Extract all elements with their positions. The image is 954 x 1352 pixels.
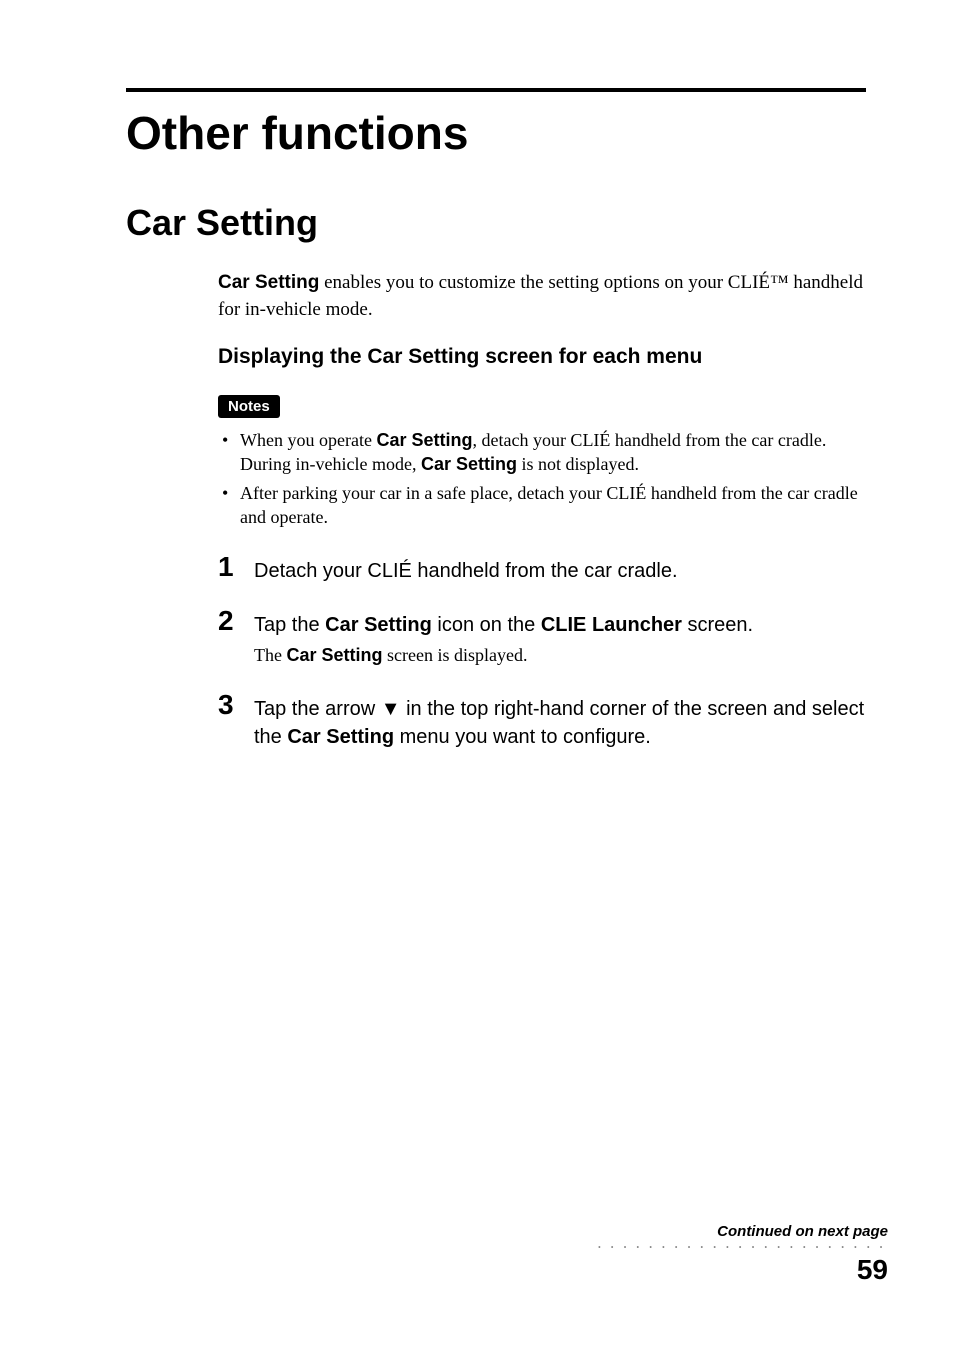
continued-label: Continued on next page xyxy=(598,1223,888,1240)
step-number: 2 xyxy=(218,605,234,637)
step-main-text: Tap the Car Setting icon on the CLIE Lau… xyxy=(254,611,866,639)
step-sub-bold: Car Setting xyxy=(286,645,382,665)
step-main-text: Detach your CLIÉ handheld from the car c… xyxy=(254,557,866,585)
notes-list: When you operate Car Setting, detach you… xyxy=(218,428,866,529)
content-block: Car Setting enables you to customize the… xyxy=(218,270,866,751)
page-number: 59 xyxy=(598,1254,888,1286)
note-text: After parking your car in a safe place, … xyxy=(240,483,858,527)
step-number: 1 xyxy=(218,551,234,583)
subheading: Displaying the Car Setting screen for ea… xyxy=(218,345,866,369)
step-text: icon on the xyxy=(432,614,541,636)
step-item: 1 Detach your CLIÉ handheld from the car… xyxy=(218,557,866,585)
note-item: When you operate Car Setting, detach you… xyxy=(218,428,866,477)
note-item: After parking your car in a safe place, … xyxy=(218,481,866,530)
title-rule xyxy=(126,88,866,92)
step-bold: Car Setting xyxy=(287,726,394,748)
step-text: screen. xyxy=(682,614,753,636)
page-footer: Continued on next page • • • • • • • • •… xyxy=(598,1223,888,1286)
step-text: Tap the xyxy=(254,614,325,636)
step-main-text: Tap the arrow ▼ in the top right-hand co… xyxy=(254,695,866,751)
intro-paragraph: Car Setting enables you to customize the… xyxy=(218,270,866,323)
steps-list: 1 Detach your CLIÉ handheld from the car… xyxy=(218,557,866,750)
step-item: 2 Tap the Car Setting icon on the CLIE L… xyxy=(218,611,866,668)
step-bold: CLIE Launcher xyxy=(541,614,682,636)
note-text: is not displayed. xyxy=(517,454,639,474)
note-text: When you operate xyxy=(240,430,376,450)
step-text: Tap the arrow xyxy=(254,698,381,720)
note-bold: Car Setting xyxy=(376,430,472,450)
main-title: Other functions xyxy=(126,106,866,160)
step-bold: Car Setting xyxy=(325,614,432,636)
section-title: Car Setting xyxy=(126,202,866,244)
step-sub-text: screen is displayed. xyxy=(383,645,528,665)
step-item: 3 Tap the arrow ▼ in the top right-hand … xyxy=(218,695,866,751)
step-sub-text: The xyxy=(254,645,286,665)
arrow-down-icon: ▼ xyxy=(381,695,401,723)
intro-lead-bold: Car Setting xyxy=(218,272,319,293)
step-text: Detach your CLIÉ handheld from the car c… xyxy=(254,560,678,582)
step-sub-text: The Car Setting screen is displayed. xyxy=(254,643,866,668)
step-text: menu you want to configure. xyxy=(394,726,651,748)
notes-label: Notes xyxy=(218,395,280,418)
dot-separator: • • • • • • • • • • • • • • • • • • • • … xyxy=(598,1243,888,1252)
step-number: 3 xyxy=(218,689,234,721)
note-bold: Car Setting xyxy=(421,454,517,474)
